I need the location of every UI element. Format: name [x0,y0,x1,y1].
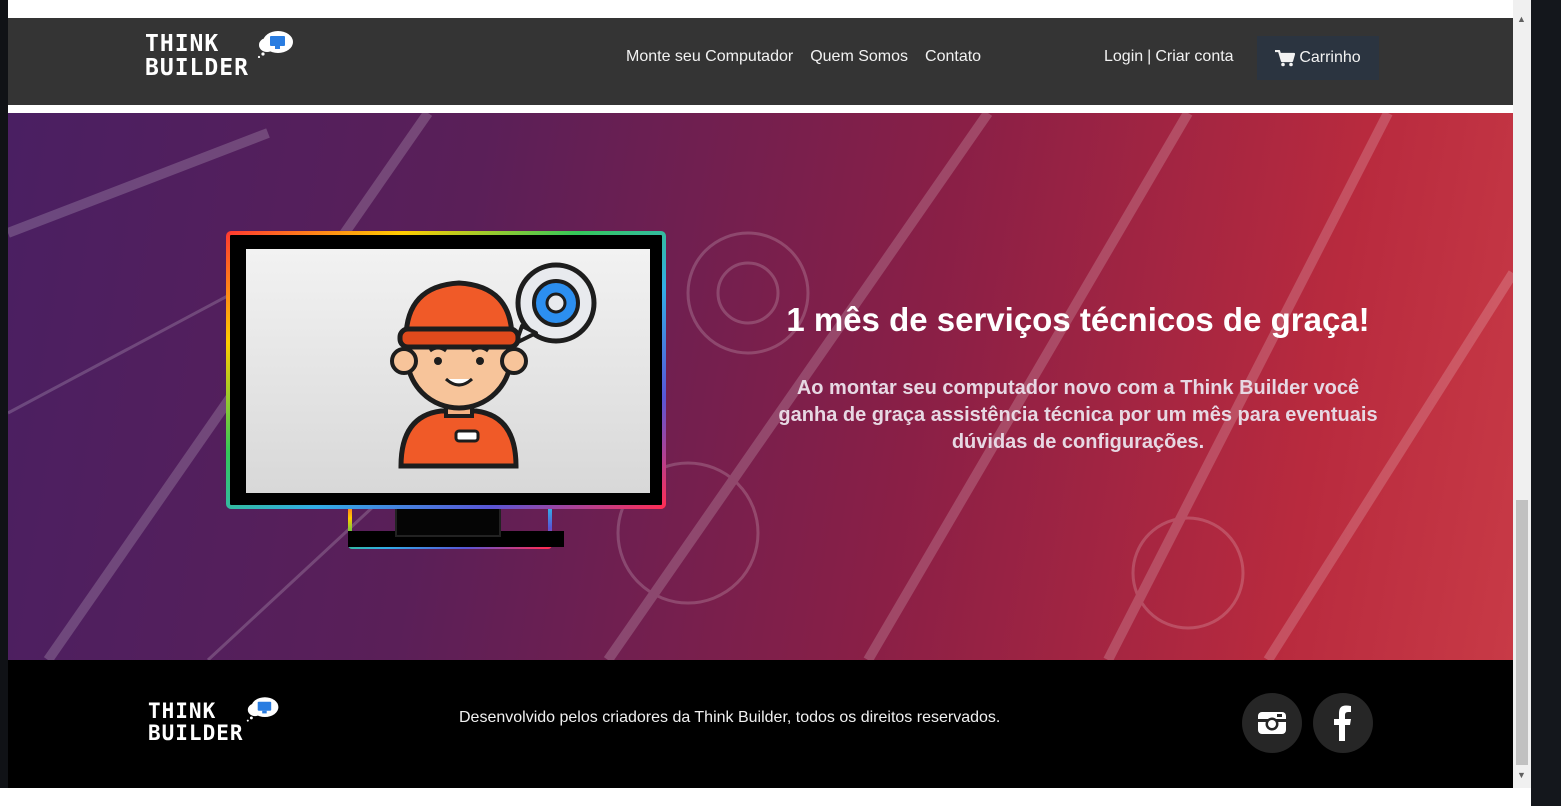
cart-button[interactable]: Carrinho [1257,36,1379,80]
footer-logo-line-1: THINK [148,699,217,723]
shopping-cart-icon [1275,49,1296,66]
footer-logo[interactable]: THINK BUILDER [148,697,279,745]
bottom-strip [0,788,1561,806]
hero-description: Ao montar seu computador novo com a Thin… [778,377,1378,453]
hero-title: 1 mês de serviços técnicos de graça! [786,301,1370,338]
facebook-icon [1334,705,1351,741]
instagram-button[interactable] [1242,693,1302,753]
scroll-up-arrow-icon[interactable]: ▲ [1517,14,1526,24]
scroll-thumb[interactable] [1516,500,1528,765]
vertical-scrollbar[interactable]: ▲ ▼ [1513,0,1531,788]
logo-line-1: THINK [145,31,220,57]
nav-divider [8,105,1513,113]
brand-logo[interactable]: THINK BUILDER [145,31,293,81]
main-nav: Monte seu Computador Quem Somos Contato [626,48,981,66]
hero-banner: 1 mês de serviços técnicos de graça! Ao … [8,113,1513,660]
footer-logo-line-2: BUILDER [148,721,244,745]
top-strip [8,0,1513,18]
technician-monitor-image [226,231,666,549]
cloud-computer-icon [246,697,279,722]
window-edge-right [1531,0,1561,806]
window-edge [0,0,8,806]
footer: THINK BUILDER Desenvolvido pelos criador… [8,660,1513,788]
scroll-down-arrow-icon[interactable]: ▼ [1517,770,1526,780]
auth-separator: | [1147,48,1152,65]
instagram-icon [1258,712,1286,734]
facebook-button[interactable] [1313,693,1373,753]
auth-links: Login | Criar conta [1104,48,1234,66]
navbar: THINK BUILDER Monte seu Computador Quem … [8,18,1513,105]
login-link[interactable]: Login [1104,48,1143,66]
cloud-computer-icon [257,31,293,58]
cart-label: Carrinho [1299,49,1361,66]
footer-copyright: Desenvolvido pelos criadores da Think Bu… [459,709,1001,726]
nav-link-quem-somos[interactable]: Quem Somos [810,48,908,66]
signup-link[interactable]: Criar conta [1155,48,1233,66]
logo-line-2: BUILDER [145,55,249,81]
nav-link-contato[interactable]: Contato [925,48,981,66]
nav-link-monte[interactable]: Monte seu Computador [626,48,793,66]
